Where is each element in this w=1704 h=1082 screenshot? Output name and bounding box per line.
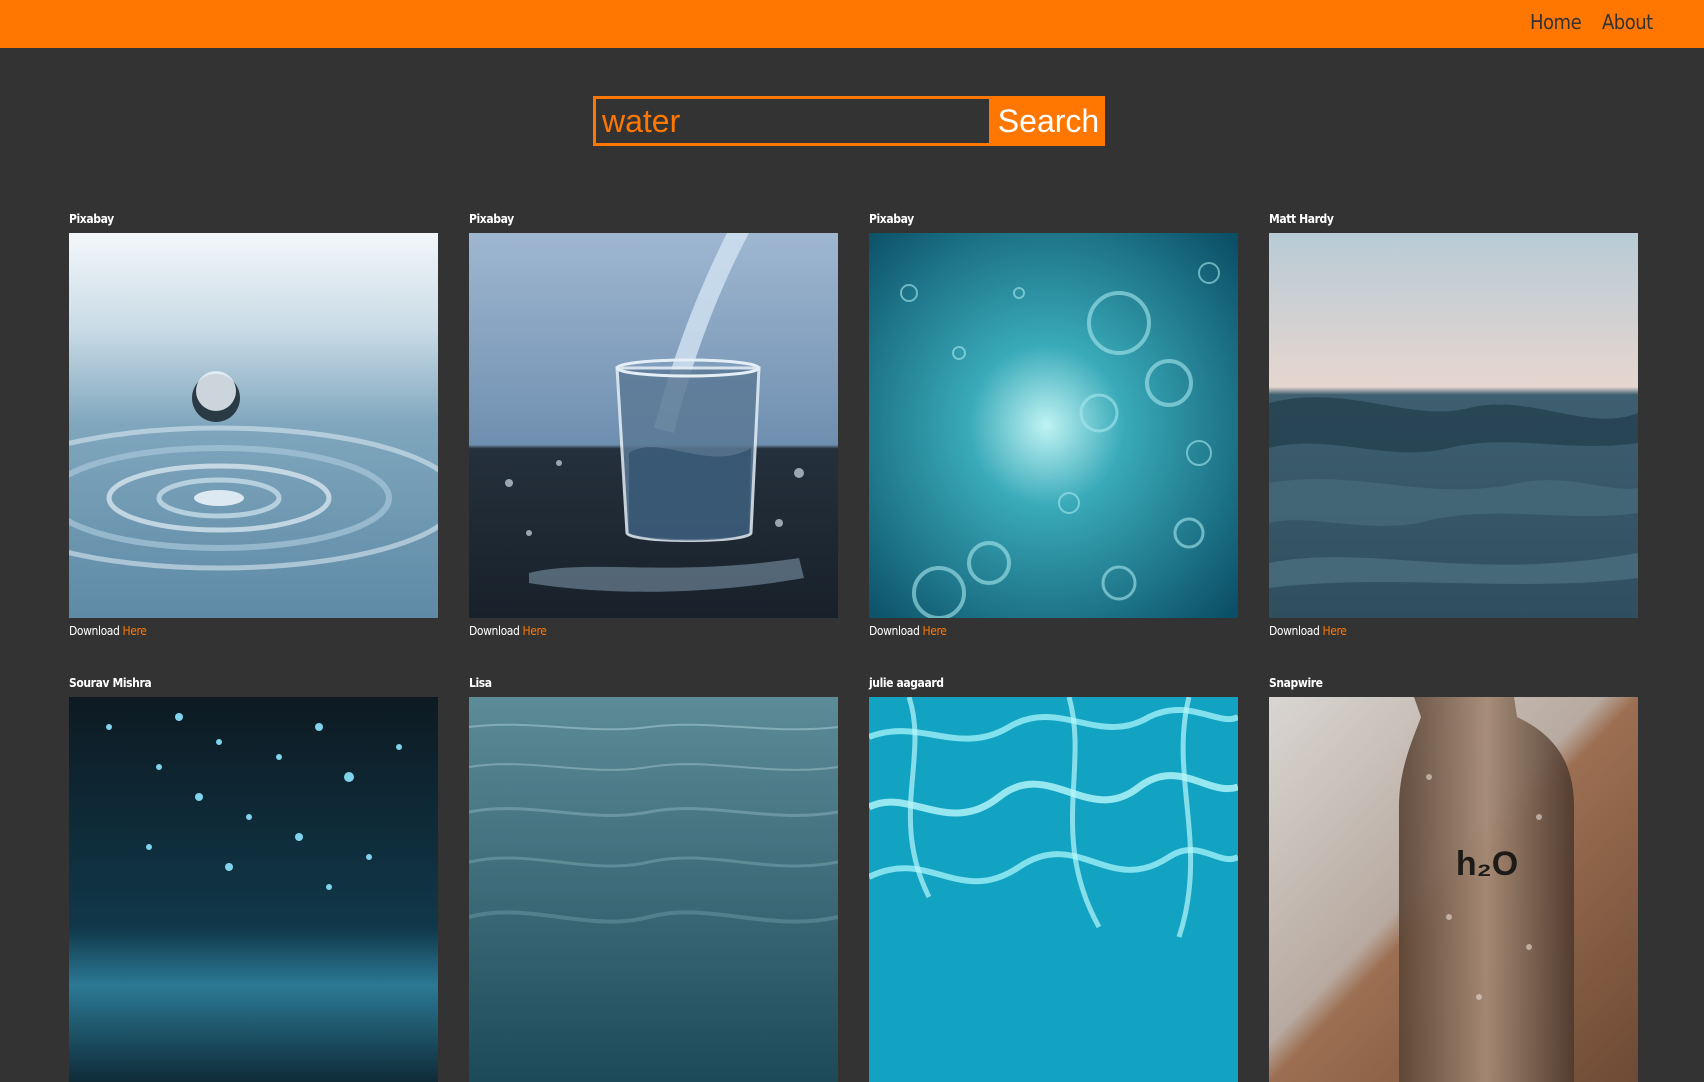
search-button[interactable]: Search: [992, 96, 1105, 146]
photo-author: Snapwire: [1269, 676, 1323, 690]
download-prefix: Download: [69, 624, 120, 638]
download-here-link[interactable]: Here: [1323, 624, 1347, 638]
download-prefix: Download: [869, 624, 920, 638]
download-line: Download Here: [469, 624, 547, 638]
bottle-logo-text: h₂O: [1456, 845, 1518, 883]
pool-caustics-photo: [869, 697, 1238, 1082]
photo-author: Matt Hardy: [1269, 212, 1334, 226]
photo-author: julie aagaard: [869, 676, 944, 690]
photo-author: Lisa: [469, 676, 492, 690]
photo-author: Pixabay: [69, 212, 114, 226]
download-prefix: Download: [469, 624, 520, 638]
photo-author: Sourav Mishra: [69, 676, 152, 690]
photo-author: Pixabay: [869, 212, 914, 226]
water-pouring-into-glass-photo: [469, 233, 838, 618]
ocean-wave-dusk-photo: [1269, 233, 1638, 618]
water-droplet-ripple-photo: [69, 233, 438, 618]
download-here-link[interactable]: Here: [123, 624, 147, 638]
search-input[interactable]: [593, 96, 992, 146]
search-form: Search: [593, 96, 1113, 146]
photo-author: Pixabay: [469, 212, 514, 226]
underwater-bubbles-photo: [869, 233, 1238, 618]
download-here-link[interactable]: Here: [923, 624, 947, 638]
top-navbar: Home About: [0, 0, 1704, 48]
download-line: Download Here: [69, 624, 147, 638]
download-line: Download Here: [869, 624, 947, 638]
download-line: Download Here: [1269, 624, 1347, 638]
download-prefix: Download: [1269, 624, 1320, 638]
sea-surface-photo: [469, 697, 838, 1082]
nav-home-link[interactable]: Home: [1530, 10, 1582, 34]
download-here-link[interactable]: Here: [523, 624, 547, 638]
h2o-bottle-photo: h₂O: [1269, 697, 1638, 1082]
water-splash-droplets-photo: [69, 697, 438, 1082]
nav-about-link[interactable]: About: [1602, 10, 1653, 34]
